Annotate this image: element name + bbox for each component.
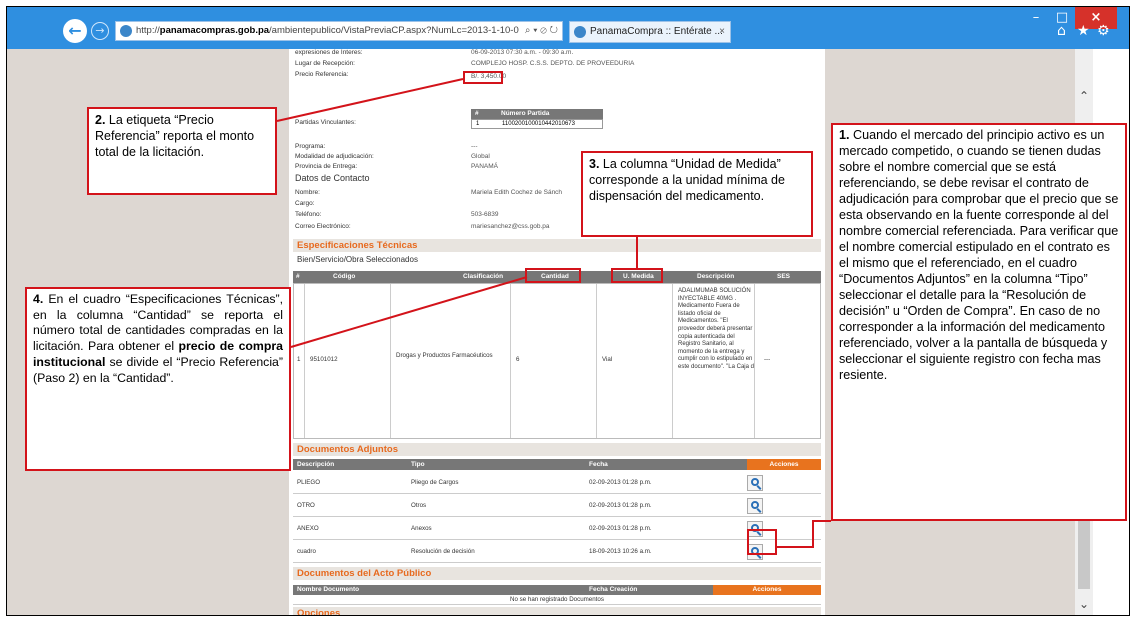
callout-1-text: Cuando el mercado del principio activo e… [839, 128, 1119, 382]
connector-cantidad [290, 276, 528, 348]
callout-3-number: 3. [589, 157, 600, 171]
callout-3-text: La columna “Unidad de Medida” correspond… [589, 157, 785, 203]
callout-2-text: La etiqueta “Precio Referencia” reporta … [95, 113, 255, 159]
connector-cuadro [777, 520, 831, 548]
connector-precio [276, 78, 464, 122]
screenshot-frame: – □ × ← → http://panamacompras.gob.pa/am… [6, 6, 1130, 616]
callout-4-number: 4. [33, 292, 44, 306]
callout-mercado-competido: 1. Cuando el mercado del principio activ… [831, 123, 1127, 521]
callout-precio-referencia: 2. La etiqueta “Precio Referencia” repor… [87, 107, 277, 195]
callout-1-number: 1. [839, 128, 850, 142]
callout-especificaciones: 4. En el cuadro “Especificaciones Técnic… [25, 287, 291, 471]
callout-2-number: 2. [95, 113, 106, 127]
callout-unidad-medida: 3. La columna “Unidad de Medida” corresp… [581, 151, 813, 237]
